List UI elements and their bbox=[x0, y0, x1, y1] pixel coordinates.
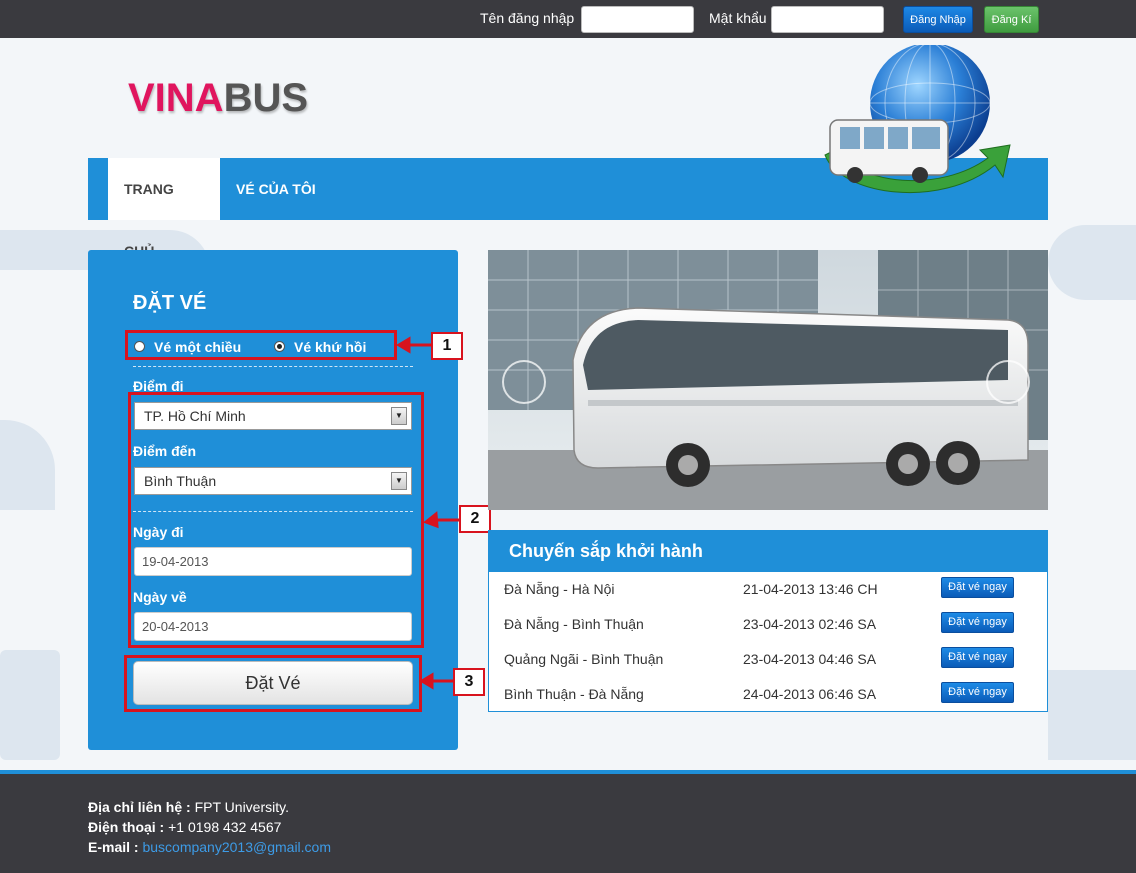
book-now-button[interactable]: Đặt vé ngay bbox=[941, 577, 1014, 598]
slideshow-next-icon[interactable] bbox=[986, 360, 1030, 404]
round-trip-label[interactable]: Vé khứ hồi bbox=[294, 339, 366, 355]
background-shape bbox=[0, 420, 55, 510]
trip-row: Bình Thuận - Đà Nẵng 24-04-2013 06:46 SA… bbox=[489, 677, 1047, 712]
slideshow-prev-icon[interactable] bbox=[502, 360, 546, 404]
round-trip-radio[interactable] bbox=[274, 341, 285, 352]
trip-row: Quảng Ngãi - Bình Thuận 23-04-2013 04:46… bbox=[489, 642, 1047, 677]
callout-3: 3 bbox=[453, 668, 485, 696]
background-shape bbox=[1048, 670, 1136, 760]
register-button[interactable]: Đăng Kí bbox=[984, 6, 1039, 33]
username-label: Tên đăng nhập bbox=[480, 10, 575, 26]
to-select[interactable]: Bình Thuận ▼ bbox=[134, 467, 412, 495]
trip-route: Đà Nẵng - Hà Nội bbox=[504, 581, 615, 597]
footer-address: Địa chỉ liên hệ : FPT University. bbox=[88, 799, 289, 815]
background-shape bbox=[1048, 225, 1136, 300]
trip-route: Quảng Ngãi - Bình Thuận bbox=[504, 651, 664, 667]
site-logo[interactable]: VINABUS bbox=[128, 76, 308, 121]
return-date-label: Ngày về bbox=[133, 589, 187, 605]
footer-phone: Điện thoại : +1 0198 432 4567 bbox=[88, 819, 281, 835]
trip-row: Đà Nẵng - Bình Thuận 23-04-2013 02:46 SA… bbox=[489, 607, 1047, 642]
trip-time: 23-04-2013 04:46 SA bbox=[743, 651, 877, 667]
trip-time: 21-04-2013 13:46 CH bbox=[743, 581, 878, 597]
footer-email: E-mail : buscompany2013@gmail.com bbox=[88, 839, 331, 855]
username-input[interactable] bbox=[581, 6, 694, 33]
chevron-down-icon[interactable]: ▼ bbox=[391, 407, 407, 425]
book-now-button[interactable]: Đặt vé ngay bbox=[941, 682, 1014, 703]
book-ticket-button[interactable]: Đặt Vé bbox=[133, 661, 413, 705]
route-date-highlight bbox=[128, 392, 424, 648]
globe-bus-logo bbox=[824, 45, 1011, 193]
from-select-value: TP. Hồ Chí Minh bbox=[144, 408, 246, 424]
callout-2: 2 bbox=[459, 505, 491, 533]
divider bbox=[133, 366, 413, 367]
depart-date-input[interactable]: 19-04-2013 bbox=[134, 547, 412, 576]
footer-address-label: Địa chỉ liên hệ : bbox=[88, 799, 191, 815]
password-label: Mật khẩu bbox=[709, 10, 767, 26]
background-shape bbox=[0, 650, 60, 760]
footer-email-label: E-mail : bbox=[88, 839, 139, 855]
one-way-radio[interactable] bbox=[134, 341, 145, 352]
tab-home[interactable]: TRANG CHỦ bbox=[108, 158, 220, 259]
footer: Địa chỉ liên hệ : FPT University. Điện t… bbox=[0, 770, 1136, 873]
from-label: Điểm đi bbox=[133, 378, 184, 394]
trip-row: Đà Nẵng - Hà Nội 21-04-2013 13:46 CH Đặt… bbox=[489, 572, 1047, 607]
login-button[interactable]: Đăng Nhập bbox=[903, 6, 973, 33]
book-now-button[interactable]: Đặt vé ngay bbox=[941, 647, 1014, 668]
chevron-down-icon[interactable]: ▼ bbox=[391, 472, 407, 490]
book-now-button[interactable]: Đặt vé ngay bbox=[941, 612, 1014, 633]
depart-date-label: Ngày đi bbox=[133, 524, 184, 540]
trip-route: Đà Nẵng - Bình Thuận bbox=[504, 616, 644, 632]
from-select[interactable]: TP. Hồ Chí Minh ▼ bbox=[134, 402, 412, 430]
bus-photo bbox=[488, 250, 1048, 510]
one-way-label[interactable]: Vé một chiều bbox=[154, 339, 241, 355]
footer-phone-value: +1 0198 432 4567 bbox=[168, 819, 282, 835]
trip-time: 23-04-2013 02:46 SA bbox=[743, 616, 877, 632]
to-select-value: Bình Thuận bbox=[144, 473, 217, 489]
booking-panel: ĐẶT VÉ Vé một chiều Vé khứ hồi Điểm đi T… bbox=[88, 250, 458, 750]
upcoming-trips-panel: Chuyến sắp khởi hành Đà Nẵng - Hà Nội 21… bbox=[488, 530, 1048, 712]
trip-type-group: Vé một chiều Vé khứ hồi bbox=[125, 330, 397, 360]
footer-address-value: FPT University. bbox=[194, 799, 289, 815]
tab-my-tickets[interactable]: VÉ CỦA TÔI bbox=[220, 158, 332, 220]
trip-time: 24-04-2013 06:46 SA bbox=[743, 686, 877, 702]
top-login-bar: Tên đăng nhập Mật khẩu Đăng Nhập Đăng Kí bbox=[0, 0, 1136, 38]
logo-part-1: VINA bbox=[128, 76, 224, 120]
footer-phone-label: Điện thoại : bbox=[88, 819, 165, 835]
password-input[interactable] bbox=[771, 6, 884, 33]
bus-slideshow bbox=[488, 250, 1048, 510]
logo-part-2: BUS bbox=[223, 76, 309, 120]
booking-title: ĐẶT VÉ bbox=[133, 292, 207, 314]
upcoming-trips-title: Chuyến sắp khởi hành bbox=[489, 531, 1047, 572]
return-date-input[interactable]: 20-04-2013 bbox=[134, 612, 412, 641]
callout-1: 1 bbox=[431, 332, 463, 360]
divider bbox=[133, 511, 413, 512]
to-label: Điểm đến bbox=[133, 443, 197, 459]
footer-email-link[interactable]: buscompany2013@gmail.com bbox=[142, 839, 331, 855]
trip-route: Bình Thuận - Đà Nẵng bbox=[504, 686, 644, 702]
